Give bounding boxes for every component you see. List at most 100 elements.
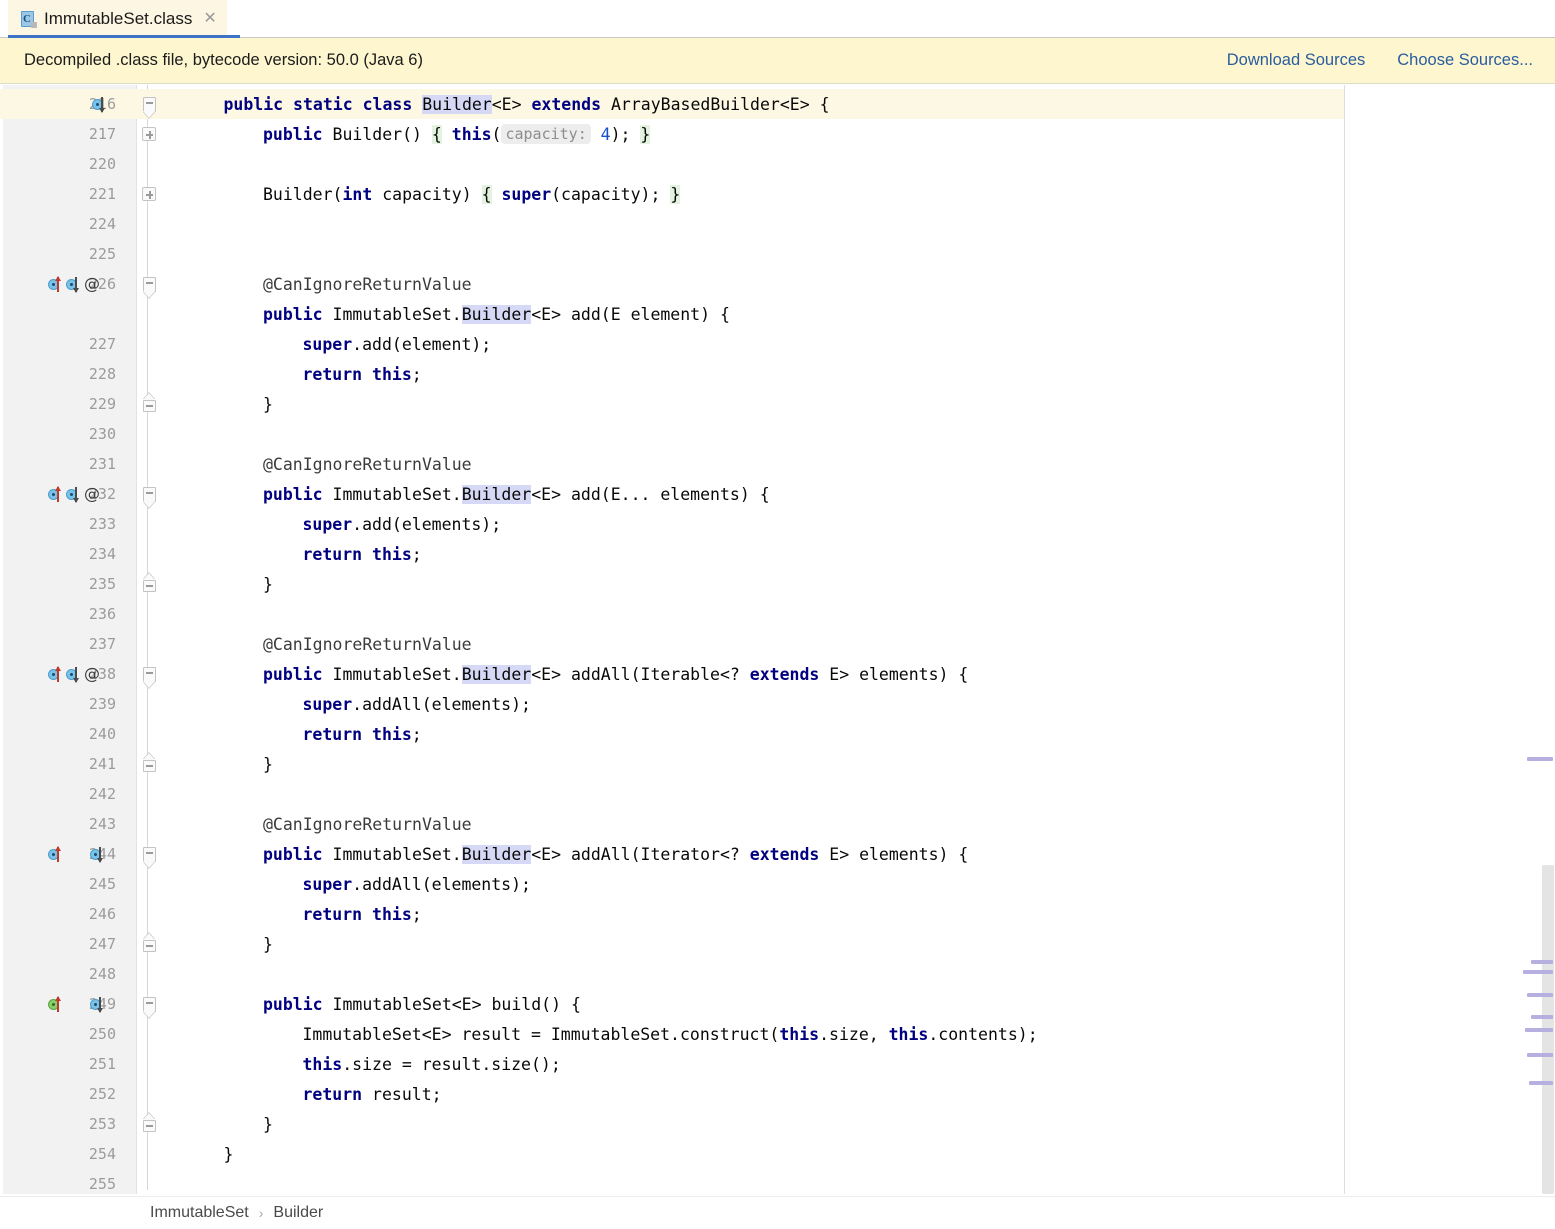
occurrence-marker[interactable]	[1531, 960, 1553, 964]
line-number: 242	[88, 785, 116, 803]
gutter-overriding-method-icon[interactable]	[48, 275, 64, 293]
code-line[interactable]: 231 @CanIgnoreReturnValue	[0, 449, 1555, 479]
gutter-annotation-icon: @	[84, 274, 100, 293]
breadcrumb-item-immutableset[interactable]: ImmutableSet	[150, 1204, 249, 1222]
code-text: super .addAll(elements);	[302, 694, 531, 714]
code-text: }	[263, 934, 273, 954]
code-line[interactable]: 239 super .addAll(elements);	[0, 689, 1555, 719]
line-number: 235	[88, 575, 116, 593]
code-line[interactable]: 233 super .add(elements);	[0, 509, 1555, 539]
fold-region-end-icon[interactable]	[137, 389, 161, 419]
gutter-overriding-method-icon[interactable]	[48, 845, 64, 863]
gutter-overriding-method-icon[interactable]	[48, 485, 64, 503]
code-line[interactable]: 226 @ @CanIgnoreReturnValue	[0, 269, 1555, 299]
occurrence-marker[interactable]	[1529, 1081, 1553, 1085]
gutter-overriding-method-icon[interactable]	[48, 995, 64, 1013]
code-line[interactable]: 232 @ public ImmutableSet. Builder <E> add(E…	[0, 479, 1555, 509]
code-line[interactable]: 236	[0, 599, 1555, 629]
code-line[interactable]: 224	[0, 209, 1555, 239]
code-line[interactable]: 221 Builder(int capacity) { super (capacit…	[0, 179, 1555, 209]
gutter-overridden-method-icon[interactable]	[66, 276, 82, 293]
fold-region-end-icon[interactable]	[137, 569, 161, 599]
fold-expand-icon[interactable]	[137, 119, 161, 149]
code-line[interactable]: 242	[0, 779, 1555, 809]
code-line[interactable]: 251 this .size = result.size();	[0, 1049, 1555, 1079]
code-line[interactable]: 245 super .addAll(elements);	[0, 869, 1555, 899]
occurrence-marker[interactable]	[1523, 970, 1553, 974]
code-line[interactable]: 249 public ImmutableSet<E> build() {	[0, 989, 1555, 1019]
code-line[interactable]: 229}	[0, 389, 1555, 419]
fold-region-end-icon[interactable]	[137, 1109, 161, 1139]
code-line[interactable]: 243 @CanIgnoreReturnValue	[0, 809, 1555, 839]
editor-tab-bar: C ImmutableSet.class ✕	[0, 0, 1555, 38]
line-number: 253	[88, 1115, 116, 1133]
fold-collapse-icon[interactable]	[137, 89, 161, 119]
code-line[interactable]: 241}	[0, 749, 1555, 779]
fold-region-end-icon[interactable]	[137, 749, 161, 779]
occurrence-marker[interactable]	[1527, 757, 1553, 761]
fold-collapse-icon[interactable]	[137, 839, 161, 869]
gutter-overridden-method-icon[interactable]	[92, 96, 108, 113]
gutter-overriding-method-icon[interactable]	[48, 665, 64, 683]
download-sources-link[interactable]: Download Sources	[1227, 51, 1366, 70]
code-line[interactable]: 227 super .add(element);	[0, 329, 1555, 359]
code-line[interactable]: 235}	[0, 569, 1555, 599]
code-line[interactable]: 250 ImmutableSet<E> result = ImmutableSet…	[0, 1019, 1555, 1049]
occurrence-marker[interactable]	[1525, 1028, 1553, 1032]
code-line[interactable]: 246 return this;	[0, 899, 1555, 929]
gutter-overridden-method-icon[interactable]	[66, 666, 82, 683]
gutter-overridden-method-icon[interactable]	[90, 846, 106, 863]
code-text: this .size = result.size();	[302, 1054, 561, 1074]
code-text: ImmutableSet<E> result = ImmutableSet.co…	[302, 1024, 1038, 1044]
line-number: 233	[88, 515, 116, 533]
code-line[interactable]: 234 return this;	[0, 539, 1555, 569]
code-text: return result;	[302, 1084, 442, 1104]
code-line[interactable]: 230	[0, 419, 1555, 449]
scroll-marker-gutter[interactable]	[1345, 85, 1555, 1194]
occurrence-marker[interactable]	[1531, 1015, 1553, 1019]
editor-tab-immutableset-class[interactable]: C ImmutableSet.class ✕	[8, 0, 227, 38]
code-text: @CanIgnoreReturnValue	[263, 814, 472, 834]
gutter-overridden-method-icon[interactable]	[90, 996, 106, 1013]
code-line[interactable]: 252 return result;	[0, 1079, 1555, 1109]
code-line[interactable]: public ImmutableSet. Builder <E> add(E ele…	[0, 299, 1555, 329]
code-text: public ImmutableSet<E> build() {	[263, 994, 581, 1014]
code-text: Builder(int capacity) { super (capacity);…	[263, 184, 681, 204]
code-line[interactable]: 237 @CanIgnoreReturnValue	[0, 629, 1555, 659]
fold-collapse-icon[interactable]	[137, 659, 161, 689]
code-line[interactable]: 247}	[0, 929, 1555, 959]
code-text: }	[263, 574, 273, 594]
java-class-icon: C	[20, 10, 37, 28]
code-line[interactable]: 248	[0, 959, 1555, 989]
code-line[interactable]: 228 return this;	[0, 359, 1555, 389]
code-line[interactable]: 255	[0, 1169, 1555, 1194]
fold-region-end-icon[interactable]	[137, 929, 161, 959]
gutter-overridden-method-icon[interactable]	[66, 486, 82, 503]
line-number: 220	[88, 155, 116, 173]
code-line[interactable]: 217 public Builder() { this(capacity: 4);…	[0, 119, 1555, 149]
gutter-markers	[48, 989, 106, 1019]
fold-collapse-icon[interactable]	[137, 479, 161, 509]
code-line[interactable]: 220	[0, 149, 1555, 179]
breadcrumb-item-builder[interactable]: Builder	[273, 1204, 323, 1222]
fold-collapse-icon[interactable]	[137, 989, 161, 1019]
code-text: public ImmutableSet. Builder <E> add(E ele…	[263, 304, 730, 324]
code-line[interactable]: 240 return this;	[0, 719, 1555, 749]
occurrence-marker[interactable]	[1527, 1053, 1553, 1057]
code-line[interactable]: 254}	[0, 1139, 1555, 1169]
code-text: return this;	[302, 724, 422, 744]
code-line[interactable]: 253}	[0, 1109, 1555, 1139]
code-line[interactable]: 244 public ImmutableSet. Builder <E> addAll…	[0, 839, 1555, 869]
choose-sources-link[interactable]: Choose Sources...	[1397, 51, 1533, 70]
line-number: 228	[88, 365, 116, 383]
code-editor[interactable]: 216public static class Builder<E> extend…	[0, 85, 1555, 1194]
occurrence-marker[interactable]	[1527, 993, 1553, 997]
code-line[interactable]: 238 @ public ImmutableSet. Builder <E> addAl…	[0, 659, 1555, 689]
fold-expand-icon[interactable]	[137, 179, 161, 209]
code-line[interactable]: 216public static class Builder<E> extend…	[0, 89, 1555, 119]
code-text: @CanIgnoreReturnValue	[263, 634, 472, 654]
code-line[interactable]: 225	[0, 239, 1555, 269]
fold-collapse-icon[interactable]	[137, 269, 161, 299]
code-text: @CanIgnoreReturnValue	[263, 274, 472, 294]
close-icon[interactable]: ✕	[199, 11, 216, 27]
